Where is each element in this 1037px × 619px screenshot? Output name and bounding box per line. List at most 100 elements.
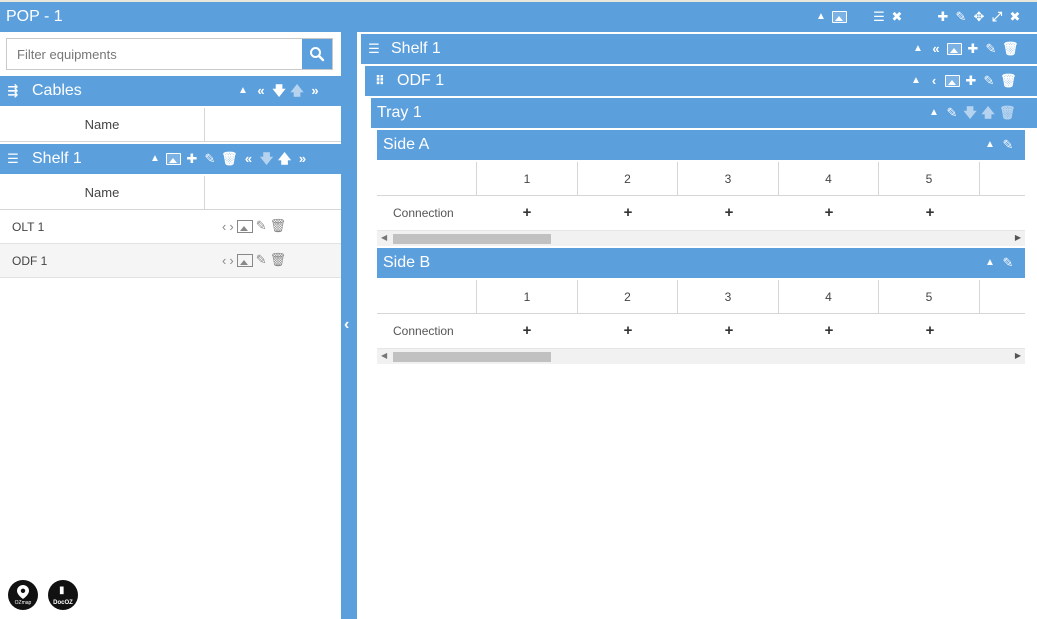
chevron-left-icon[interactable]: ‹ [927, 73, 941, 89]
scroll-right-icon[interactable]: ▶ [1015, 351, 1021, 360]
image-icon[interactable] [947, 43, 962, 55]
image-icon[interactable] [236, 253, 253, 267]
double-right-icon[interactable]: » [308, 83, 322, 99]
arrow-down-icon[interactable]: 🡇 [963, 105, 977, 121]
arrow-down-icon[interactable]: 🡇 [272, 83, 286, 99]
logo-bar: OZmap ▮ DocOZ [8, 580, 78, 610]
side-b-header[interactable]: Side B ▲ ✎ [377, 248, 1025, 278]
scroll-right-icon[interactable]: ▶ [1015, 233, 1021, 242]
trash-icon[interactable]: 🗑 [270, 218, 287, 234]
titlebar-mid-icons: ☰ ✖ [872, 2, 904, 32]
add-connection-button[interactable]: + [920, 204, 940, 221]
collapse-left-icon[interactable]: ‹ [344, 316, 349, 334]
collapse-up-icon[interactable]: ▲ [911, 41, 925, 57]
close-icon[interactable]: ✖ [890, 9, 904, 25]
arrow-up-icon[interactable]: 🡅 [290, 83, 304, 99]
plus-icon[interactable]: ✚ [936, 9, 950, 25]
port-column: 4 [779, 280, 879, 314]
pencil-icon[interactable]: ✎ [256, 252, 267, 268]
chevron-left-icon[interactable]: ‹ [222, 253, 226, 268]
collapse-up-icon[interactable]: ▲ [983, 255, 997, 271]
pencil-icon[interactable]: ✎ [984, 41, 998, 57]
collapse-up-icon[interactable]: ▲ [236, 83, 250, 99]
port-column: 5 [879, 280, 980, 314]
pencil-icon[interactable]: ✎ [954, 9, 968, 25]
odf-header[interactable]: ⠿ ODF 1 ▲ ‹ ✚ ✎ 🗑 [365, 66, 1037, 96]
scroll-left-icon[interactable]: ◀ [381, 351, 387, 360]
chevron-right-icon[interactable]: › [229, 253, 233, 268]
titlebar-right-icons: ✚ ✎ ✥ ⤢ ✖ [936, 2, 1022, 32]
trash-icon[interactable]: 🗑 [1002, 41, 1019, 57]
collapse-up-icon[interactable]: ▲ [814, 9, 828, 25]
search-icon [310, 47, 325, 62]
side-b-title: Side B [383, 254, 431, 271]
add-connection-button[interactable]: + [719, 322, 739, 339]
double-right-icon[interactable]: » [296, 151, 310, 167]
shelf-header[interactable]: ☰ Shelf 1 ▲ ✚ ✎ 🗑 « 🡇 🡅 » [0, 144, 341, 174]
pencil-icon[interactable]: ✎ [945, 105, 959, 121]
table-row[interactable]: ODF 1 ‹ › ✎ 🗑 [0, 244, 341, 278]
arrow-up-icon[interactable]: 🡅 [981, 105, 995, 121]
port-column: 5 [879, 162, 980, 196]
side-a-scrollbar[interactable]: ◀ ▶ [377, 230, 1025, 246]
collapse-up-icon[interactable]: ▲ [148, 151, 162, 167]
add-connection-button[interactable]: + [618, 204, 638, 221]
ozmap-logo[interactable]: OZmap [8, 580, 38, 610]
collapse-up-icon[interactable]: ▲ [927, 105, 941, 121]
collapse-up-icon[interactable]: ▲ [909, 73, 923, 89]
double-left-icon[interactable]: « [254, 83, 268, 99]
add-connection-button[interactable]: + [517, 322, 537, 339]
add-connection-button[interactable]: + [517, 204, 537, 221]
image-icon[interactable] [166, 153, 181, 165]
double-left-icon[interactable]: « [929, 41, 943, 57]
left-panel: ⇶ Cables ▲ « 🡇 🡅 » Name ☰ Shelf 1 ▲ ✚ ✎ … [0, 32, 341, 619]
add-connection-button[interactable]: + [819, 322, 839, 339]
pencil-icon[interactable]: ✎ [256, 218, 267, 234]
trash-icon[interactable]: 🗑 [999, 105, 1016, 121]
collapse-up-icon[interactable]: ▲ [983, 137, 997, 153]
scrollbar-thumb[interactable] [393, 352, 551, 362]
plus-icon[interactable]: ✚ [964, 73, 978, 89]
resize-icon[interactable]: ⤢ [990, 9, 1004, 25]
add-connection-button[interactable]: + [920, 322, 940, 339]
cables-name-column[interactable]: Name [0, 108, 205, 142]
plus-icon[interactable]: ✚ [185, 151, 199, 167]
add-connection-button[interactable]: + [719, 204, 739, 221]
doc-oz-logo[interactable]: ▮ DocOZ [48, 580, 78, 610]
cables-header[interactable]: ⇶ Cables ▲ « 🡇 🡅 » [0, 76, 341, 106]
chevron-right-icon[interactable]: › [229, 219, 233, 234]
scrollbar-thumb[interactable] [393, 234, 551, 244]
move-icon[interactable]: ✥ [972, 9, 986, 25]
pencil-icon[interactable]: ✎ [982, 73, 996, 89]
arrow-down-icon[interactable]: 🡇 [260, 151, 274, 167]
plus-icon[interactable]: ✚ [966, 41, 980, 57]
shelf-name-column[interactable]: Name [0, 176, 205, 210]
image-icon[interactable] [236, 219, 253, 233]
trash-icon[interactable]: 🗑 [221, 151, 238, 167]
pencil-icon[interactable]: ✎ [203, 151, 217, 167]
arrow-up-icon[interactable]: 🡅 [278, 151, 292, 167]
trash-icon[interactable]: 🗑 [1000, 73, 1017, 89]
close-window-icon[interactable]: ✖ [1008, 9, 1022, 25]
trash-icon[interactable]: 🗑 [270, 252, 287, 268]
pencil-icon[interactable]: ✎ [1001, 137, 1015, 153]
image-icon[interactable] [945, 75, 960, 87]
double-left-icon[interactable]: « [242, 151, 256, 167]
panel-divider[interactable]: ‹ [341, 32, 357, 619]
tray-header[interactable]: Tray 1 ▲ ✎ 🡇 🡅 🗑 [371, 98, 1037, 128]
pencil-icon[interactable]: ✎ [1001, 255, 1015, 271]
chevron-left-icon[interactable]: ‹ [222, 219, 226, 234]
image-icon[interactable] [832, 11, 847, 23]
shelf-detail-header[interactable]: ☰ Shelf 1 ▲ « ✚ ✎ 🗑 [361, 34, 1037, 64]
table-row[interactable]: OLT 1 ‹ › ✎ 🗑 [0, 210, 341, 244]
search-button[interactable] [302, 39, 332, 69]
add-connection-button[interactable]: + [618, 322, 638, 339]
side-b-scrollbar[interactable]: ◀ ▶ [377, 348, 1025, 364]
filter-equipments-input[interactable] [7, 39, 304, 69]
add-connection-button[interactable]: + [819, 204, 839, 221]
window-titlebar[interactable]: POP - 1 ▲ ☰ ✖ ✚ ✎ ✥ ⤢ ✖ [0, 2, 1037, 32]
row-name: OLT 1 [12, 220, 45, 234]
side-a-header[interactable]: Side A ▲ ✎ [377, 130, 1025, 160]
scroll-left-icon[interactable]: ◀ [381, 233, 387, 242]
list-icon[interactable]: ☰ [872, 9, 886, 25]
